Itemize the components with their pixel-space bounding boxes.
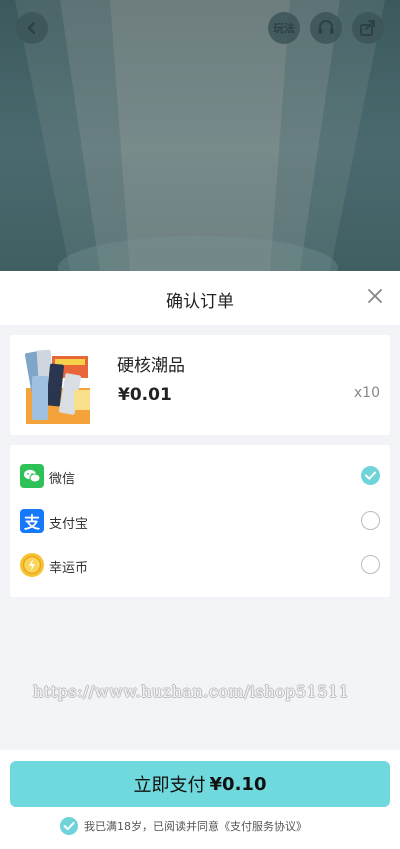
product-image [24,349,90,424]
pay-now-label: 立即支付 [133,775,206,796]
order-sheet: 确认订单 硬核潮品 ¥0.01 x10 微信 支 支付宝 幸运币 https:/… [0,271,400,849]
payment-label-lucky-coin: 幸运币 [49,561,89,576]
product-card: 硬核潮品 ¥0.01 x10 [10,335,390,435]
payment-option-lucky-coin[interactable]: 幸运币 [10,543,390,587]
payment-label-alipay: 支付宝 [49,517,89,532]
agreement-checkbox[interactable] [60,817,78,835]
spotlight-illustration [15,0,385,271]
payment-method-list: 微信 支 支付宝 幸运币 [10,445,390,597]
checkout-footer: 立即支付 ¥0.10 我已满18岁，已阅读并同意《支付服务协议》 [0,750,400,849]
rules-label: 玩法 [273,22,295,35]
lucky-coin-radio[interactable] [361,555,380,574]
agreement-row[interactable]: 我已满18岁，已阅读并同意《支付服务协议》 [60,817,307,835]
watermark: https://www.huzhan.com/ishop51511 [33,682,350,701]
product-price: ¥0.01 [118,385,172,405]
back-button[interactable] [16,12,48,44]
pay-amount: ¥0.10 [209,773,267,795]
customer-service-button[interactable] [310,12,342,44]
share-button[interactable] [352,12,384,44]
alipay-radio[interactable] [361,511,380,530]
checkmark-icon [63,822,75,831]
product-quantity: x10 [353,385,380,401]
lucky-coin-icon [20,553,44,577]
page-title: 确认订单 [166,292,234,312]
headset-icon [318,20,334,34]
wechat-pay-icon [20,464,44,488]
rules-button[interactable]: 玩法 [268,12,300,44]
close-icon[interactable] [366,287,384,305]
pay-now-button[interactable]: 立即支付 ¥0.10 [10,761,390,807]
checkmark-icon [365,471,376,480]
payment-option-alipay[interactable]: 支 支付宝 [10,499,390,543]
agreement-text: 我已满18岁，已阅读并同意《支付服务协议》 [84,820,307,833]
payment-label-wechat: 微信 [49,472,76,487]
wechat-radio-checked[interactable] [361,466,380,485]
sheet-header: 确认订单 [0,271,400,325]
alipay-icon: 支 [20,509,44,533]
share-icon [360,20,375,36]
header-background: 玩法 [0,0,400,271]
back-arrow-icon [27,21,36,35]
product-name: 硬核潮品 [117,356,185,376]
payment-option-wechat[interactable]: 微信 [10,454,390,498]
